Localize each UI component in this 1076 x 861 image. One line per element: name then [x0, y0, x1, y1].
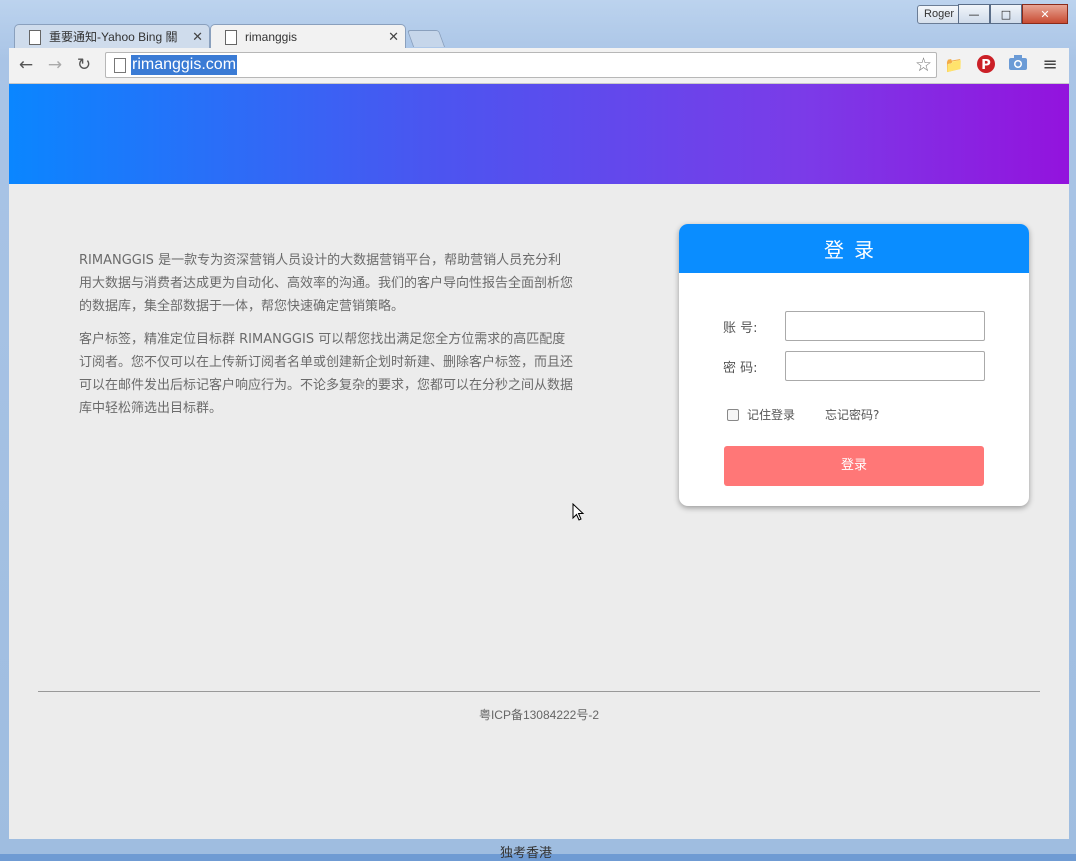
tab-rimanggis[interactable]: rimanggis ✕	[210, 24, 406, 48]
camera-icon[interactable]	[1007, 54, 1029, 76]
remember-label: 记住登录	[747, 408, 796, 422]
login-button[interactable]: 登录	[724, 446, 984, 486]
close-tab-icon[interactable]: ✕	[388, 25, 399, 48]
browser-window: Roger — □ ✕ 重要通知-Yahoo Bing 關 ✕ rimanggi…	[0, 0, 1076, 861]
forgot-password-link[interactable]: 忘记密码?	[825, 406, 879, 423]
bookmark-star-icon[interactable]: ☆	[915, 54, 932, 76]
login-card: 登录 账 号: 密 码: 记住登录 忘记密码? 登录	[679, 224, 1029, 506]
tab-yahoo-bing[interactable]: 重要通知-Yahoo Bing 關 ✕	[14, 24, 210, 48]
page-viewport: RIMANGGIS 是一款专为资深营销人员设计的大数据营销平台，帮助营销人员充分…	[9, 84, 1069, 839]
forward-arrow-icon[interactable]: →	[44, 54, 66, 76]
new-tab-button[interactable]	[406, 30, 446, 47]
page-icon	[114, 58, 126, 73]
checkbox-icon[interactable]	[727, 408, 739, 421]
password-input[interactable]	[785, 351, 985, 381]
profile-button[interactable]: Roger	[917, 5, 961, 24]
account-label: 账 号:	[723, 320, 758, 336]
maximize-button[interactable]: □	[990, 4, 1022, 24]
page-icon	[29, 30, 41, 45]
address-bar[interactable]: rimanggis.com ☆	[105, 52, 937, 78]
footer-icp: 粤ICP备13084222号-2	[478, 708, 600, 722]
svg-text:P: P	[981, 58, 991, 73]
back-arrow-icon[interactable]: ←	[15, 54, 37, 76]
pinterest-icon[interactable]: P	[975, 54, 997, 76]
account-row: 账 号:	[723, 311, 985, 341]
intro-paragraph: 客户标签，精准定位目标群 RIMANGGIS 可以帮您找出满足您全方位需求的高匹…	[79, 332, 574, 416]
close-tab-icon[interactable]: ✕	[192, 25, 203, 48]
folder-icon[interactable]: 📁	[943, 54, 965, 76]
account-input[interactable]	[785, 311, 985, 341]
close-window-button[interactable]: ✕	[1022, 4, 1068, 24]
taskbar-text: 独考香港	[500, 846, 553, 861]
reload-icon[interactable]: ↻	[73, 54, 95, 76]
page-icon	[225, 30, 237, 45]
browser-toolbar: ← → ↻ rimanggis.com ☆ 📁 P ≡	[9, 48, 1069, 84]
tab-title: rimanggis	[245, 30, 298, 44]
url-text[interactable]: rimanggis.com	[131, 55, 238, 75]
header-banner	[9, 84, 1069, 184]
intro-text: RIMANGGIS 是一款专为资深营销人员设计的大数据营销平台，帮助营销人员充分…	[79, 249, 574, 430]
intro-paragraph: RIMANGGIS 是一款专为资深营销人员设计的大数据营销平台，帮助营销人员充分…	[79, 253, 574, 314]
minimize-button[interactable]: —	[958, 4, 990, 24]
window-controls: — □ ✕	[958, 4, 1068, 24]
tab-title: 重要通知-Yahoo Bing 關	[49, 30, 178, 44]
password-label: 密 码:	[723, 360, 758, 376]
remember-checkbox[interactable]: 记住登录	[727, 406, 795, 423]
login-title: 登录	[679, 224, 1029, 273]
footer-divider	[38, 691, 1040, 692]
menu-icon[interactable]: ≡	[1039, 54, 1061, 76]
password-row: 密 码:	[723, 351, 985, 381]
